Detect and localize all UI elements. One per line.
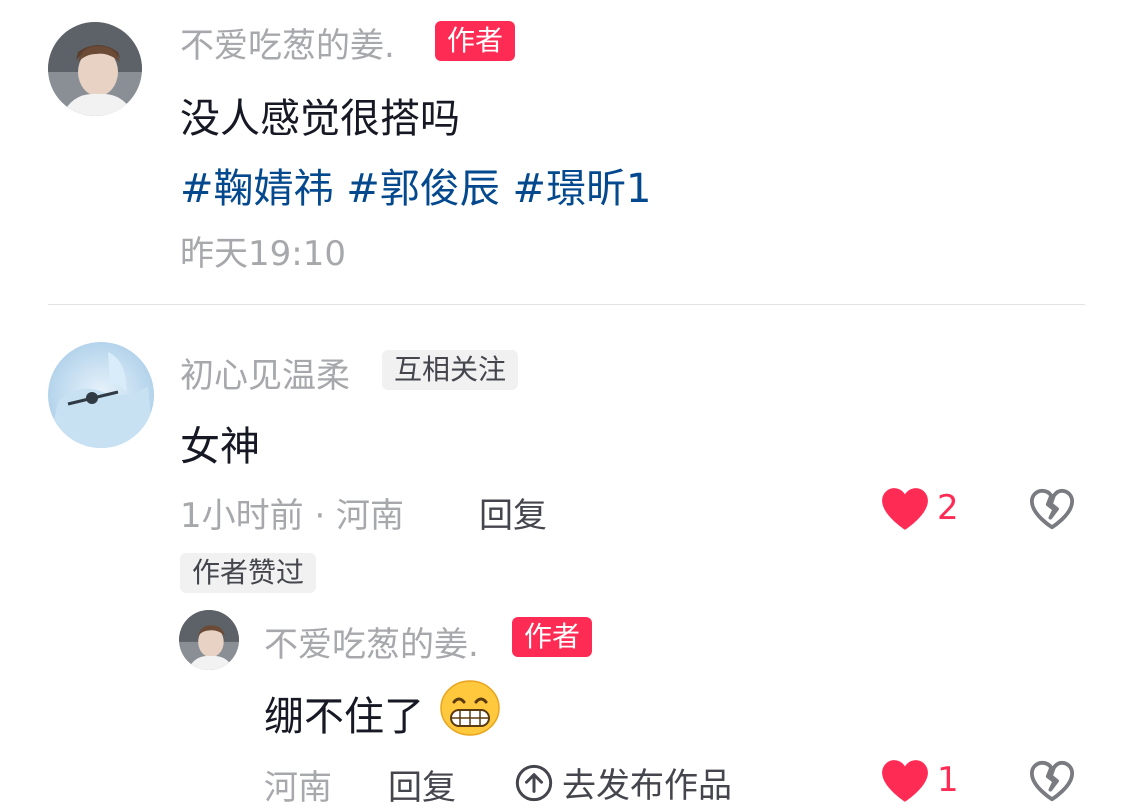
dislike-button[interactable] [1029,759,1075,807]
comment-time: 昨天19:10 [180,234,346,274]
reply-text: 绷不住了 [264,694,424,740]
publish-work-label: 去发布作品 [562,766,732,806]
like-button[interactable] [880,486,930,536]
reply-username[interactable]: 不爱吃葱的姜. [264,617,479,666]
like-button[interactable] [880,758,930,808]
hashtag-links[interactable]: #鞠婧祎 #郭俊辰 #璟昕1 [180,156,651,214]
grinning-face-icon [439,680,501,740]
avatar[interactable] [179,610,239,670]
comment-text: 没人感觉很搭吗 [180,96,460,142]
author-badge: 作者 [435,21,516,61]
divider [48,304,1085,305]
reply-location: 河南 [264,768,332,808]
comment-text: 女神 [180,424,260,470]
reply-button[interactable]: 回复 [479,488,547,537]
author-liked-badge: 作者赞过 [180,553,317,593]
publish-work-button[interactable]: 去发布作品 [514,758,732,807]
author-badge: 作者 [512,617,593,657]
dislike-button[interactable] [1029,487,1075,535]
comment-username[interactable]: 初心见温柔 [180,348,350,397]
arrow-up-circle-icon [515,764,553,801]
like-count: 2 [937,488,959,528]
reply-button[interactable]: 回复 [388,760,456,809]
comment-username[interactable]: 不爱吃葱的姜. [180,18,395,67]
like-count: 1 [937,760,959,800]
mutual-follow-badge: 互相关注 [382,350,519,390]
comment-meta: 1小时前 · 河南 [180,496,405,536]
avatar[interactable] [48,342,154,448]
broken-heart-icon [1029,488,1075,530]
broken-heart-icon [1029,760,1075,802]
heart-icon [882,488,928,530]
avatar[interactable] [48,22,142,116]
heart-icon [882,760,928,802]
